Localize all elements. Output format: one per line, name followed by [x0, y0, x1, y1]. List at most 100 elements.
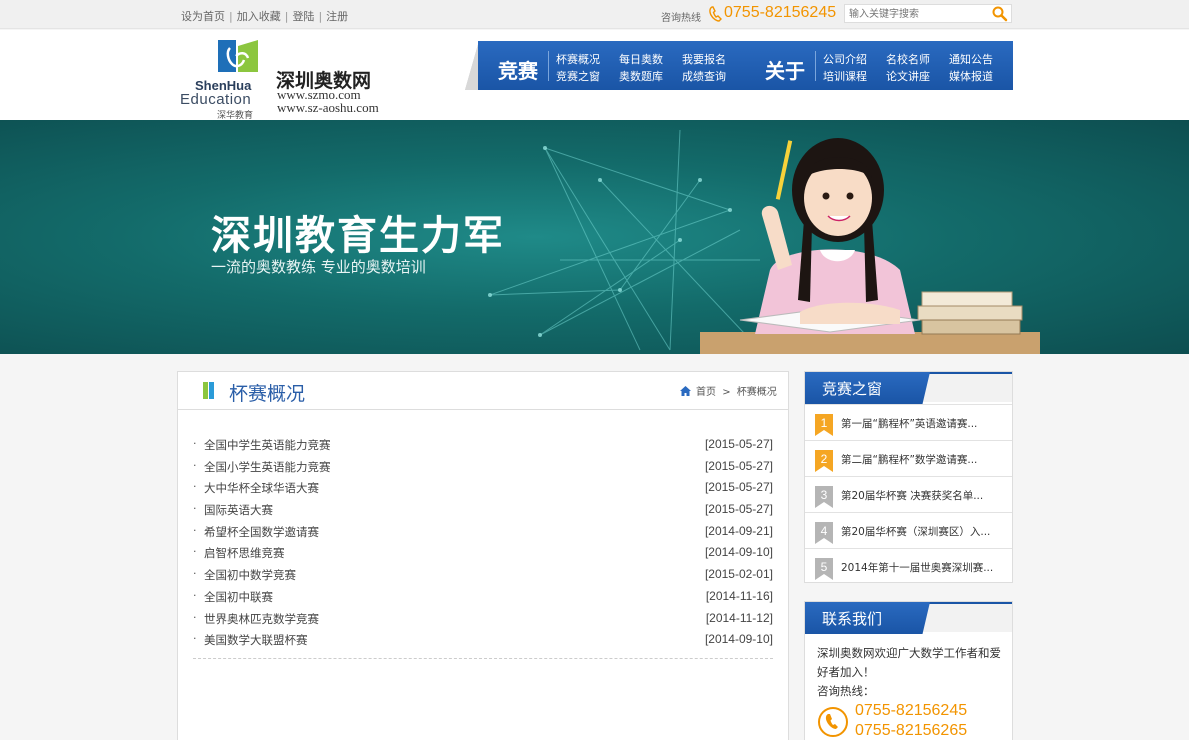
nav-item-papers-lectures[interactable]: 论文讲座: [886, 68, 930, 84]
hotline-number: 0755-82156245: [724, 4, 837, 21]
banner-title: 深圳教育生力军: [211, 213, 505, 259]
rank-3-badge-icon: 3: [815, 486, 833, 508]
svg-text:1: 1: [821, 416, 828, 430]
breadcrumb-current: 杯赛概况: [736, 387, 777, 398]
bullet-dot-icon: ·: [193, 632, 197, 646]
list-item-title[interactable]: 启智杯思维竞赛: [204, 545, 285, 561]
search-input[interactable]: [849, 6, 987, 22]
nav-item-cup-overview[interactable]: 杯赛概况: [556, 51, 600, 67]
list-item-title[interactable]: 全国初中联赛: [204, 589, 273, 605]
list-item-date: [2014-09-10]: [704, 632, 773, 647]
list-item[interactable]: · 全国初中联赛 [2014-11-16]: [193, 587, 773, 609]
nav-divider: [548, 51, 549, 81]
list-item[interactable]: · 大中华杯全球华语大赛 [2015-05-27]: [193, 478, 773, 500]
search-icon[interactable]: [991, 6, 1009, 22]
register-link[interactable]: 注册: [326, 10, 348, 23]
logo-icon[interactable]: [216, 38, 260, 74]
nav-item-company-intro[interactable]: 公司介绍: [823, 51, 867, 67]
svg-text:4: 4: [821, 524, 828, 538]
nav-item-daily-math[interactable]: 每日奥数: [619, 51, 663, 67]
nav-item-notices[interactable]: 通知公告: [949, 51, 993, 67]
bullet-dot-icon: ·: [193, 502, 197, 516]
phone-icon: [709, 6, 722, 22]
contact-hotline-label: 咨询热线：: [817, 684, 875, 698]
list-item-date: [2015-02-01]: [704, 567, 773, 582]
rank-item[interactable]: 2 第二届“鹏程杯”数学邀请赛...: [805, 440, 1012, 476]
competition-window-header: 竞赛之窗: [805, 372, 1012, 404]
top-bar: 设为首页 | 加入收藏 | 登陆 | 注册 咨询热线 0755-82156245: [0, 0, 1189, 29]
nav-item-training-courses[interactable]: 培训课程: [823, 68, 867, 84]
hero-banner: 深圳教育生力军 一流的奥数教练 专业的奥数培训: [0, 120, 1189, 354]
list-item[interactable]: · 希望杯全国数学邀请赛 [2014-09-21]: [193, 522, 773, 544]
set-homepage-link[interactable]: 设为首页: [181, 10, 225, 23]
list-item-title[interactable]: 大中华杯全球华语大赛: [204, 480, 319, 496]
list-item-date: [2014-09-10]: [704, 545, 773, 560]
rank-item[interactable]: 3 第20届华杯赛 决赛获奖名单...: [805, 476, 1012, 512]
list-item[interactable]: · 启智杯思维竞赛 [2014-09-10]: [193, 543, 773, 565]
banner-subtitle: 一流的奥数教练 专业的奥数培训: [211, 258, 426, 276]
list-item-date: [2014-09-21]: [704, 523, 773, 538]
main-nav: 竞赛 杯赛概况 竞赛之窗 每日奥数 奥数题库 我要报名 成绩查询 关于 公司介绍…: [478, 41, 1013, 90]
breadcrumb-separator: >: [722, 387, 731, 398]
bullet-dot-icon: ·: [193, 437, 197, 450]
nav-item-question-bank[interactable]: 奥数题库: [619, 68, 663, 84]
nav-item-famous-teachers[interactable]: 名校名师: [886, 51, 930, 67]
rank-1-badge-icon: 1: [815, 414, 833, 436]
search-box: [844, 4, 1012, 23]
list-item-date: [2014-11-16]: [705, 588, 773, 603]
list-item-title[interactable]: 全国初中数学竞赛: [204, 567, 296, 583]
list-item-date: [2015-05-27]: [704, 480, 773, 495]
list-item[interactable]: · 全国初中数学竞赛 [2015-02-01]: [193, 565, 773, 587]
list-item-title[interactable]: 希望杯全国数学邀请赛: [204, 524, 319, 540]
rank-item[interactable]: 1 第一届“鹏程杯”英语邀请赛...: [805, 404, 1012, 440]
student-girl-illustration: [700, 138, 1040, 354]
svg-text:2: 2: [821, 452, 828, 466]
bullet-dot-icon: ·: [193, 458, 197, 472]
content-header: 杯赛概况 首页 > 杯赛概况: [178, 372, 788, 410]
section-bars-icon: [203, 382, 214, 399]
bullet-dot-icon: ·: [193, 610, 197, 624]
bullet-dot-icon: ·: [193, 480, 197, 494]
logo-text-en2: Education: [180, 91, 252, 108]
contact-title: 联系我们: [822, 610, 883, 628]
rank-item[interactable]: 4 第20届华杯赛（深圳赛区）入...: [805, 512, 1012, 548]
list-item[interactable]: · 全国中学生英语能力竞赛 [2015-05-27]: [193, 435, 773, 457]
article-list: · 全国中学生英语能力竞赛 [2015-05-27] · 全国小学生英语能力竞赛 [20…: [193, 435, 773, 652]
breadcrumb-home[interactable]: 首页: [696, 387, 716, 398]
rank-item[interactable]: 5 2014年第十一届世奥赛深圳赛...: [805, 548, 1012, 584]
list-item-date: [2015-05-27]: [704, 437, 773, 451]
bullet-dot-icon: ·: [193, 523, 197, 537]
list-item-title[interactable]: 世界奥林匹克数学竞赛: [204, 611, 319, 627]
list-item-title[interactable]: 全国小学生英语能力竞赛: [204, 459, 331, 475]
nav-item-media-reports[interactable]: 媒体报道: [949, 68, 993, 84]
list-item-date: [2014-11-12]: [705, 610, 773, 625]
nav-item-competition-window[interactable]: 竞赛之窗: [556, 68, 600, 84]
rank-item-text[interactable]: 第一届“鹏程杯”英语邀请赛...: [841, 416, 977, 431]
add-favorite-link[interactable]: 加入收藏: [237, 10, 281, 23]
nav-group-about[interactable]: 关于: [765, 55, 805, 84]
list-item[interactable]: · 美国数学大联盟杯赛 [2014-09-10]: [193, 630, 773, 652]
bullet-dot-icon: ·: [193, 545, 197, 559]
rank-item-text[interactable]: 第二届“鹏程杯”数学邀请赛...: [841, 452, 977, 467]
section-title: 杯赛概况: [229, 383, 306, 405]
phone-circle-icon: [818, 707, 848, 737]
rank-5-badge-icon: 5: [815, 558, 833, 580]
nav-item-score-query[interactable]: 成绩查询: [682, 68, 726, 84]
list-item[interactable]: · 全国小学生英语能力竞赛 [2015-05-27]: [193, 457, 773, 479]
list-item-title[interactable]: 美国数学大联盟杯赛: [204, 632, 308, 648]
rank-item-text[interactable]: 第20届华杯赛（深圳赛区）入...: [841, 524, 990, 539]
rank-4-badge-icon: 4: [815, 522, 833, 544]
home-icon: [680, 386, 691, 396]
login-link[interactable]: 登陆: [292, 10, 314, 23]
list-item-title[interactable]: 全国中学生英语能力竞赛: [204, 437, 331, 453]
contact-phone-2: 0755-82156265: [855, 722, 968, 739]
rank-item-text[interactable]: 第20届华杯赛 决赛获奖名单...: [841, 488, 983, 503]
contact-description: 深圳奥数网欢迎广大数学工作者和爱好者加入！ 咨询热线：: [817, 644, 1003, 701]
list-item[interactable]: · 世界奥林匹克数学竞赛 [2014-11-12]: [193, 609, 773, 631]
nav-group-competition[interactable]: 竞赛: [498, 55, 538, 84]
nav-item-sign-up[interactable]: 我要报名: [682, 51, 726, 67]
rank-item-text[interactable]: 2014年第十一届世奥赛深圳赛...: [841, 560, 993, 575]
svg-text:3: 3: [821, 488, 828, 502]
list-item[interactable]: · 国际英语大赛 [2015-05-27]: [193, 500, 773, 522]
list-item-title[interactable]: 国际英语大赛: [204, 502, 273, 518]
